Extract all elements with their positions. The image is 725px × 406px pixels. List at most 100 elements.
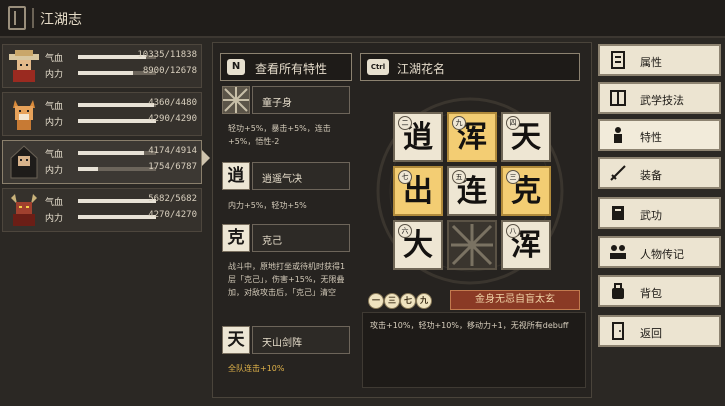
party-member-1[interactable]: 气血 10335/11838 内力 8900/12678 [2,44,202,88]
combo-description: 攻击+10%，轻功+10%，移动力+1，无视所有debuff [370,321,569,330]
menu-equipment[interactable]: 装备 [598,157,721,189]
view-all-traits-button[interactable]: N 查看所有特性 [220,53,352,81]
menu-label: 背包 [640,287,662,300]
hp-value: 4360/4480 [148,98,197,108]
trait-name: 逍遥气决 [262,174,302,185]
mp-bar [78,167,156,171]
combo-name-badge: 金身无忌自盲太玄 [450,290,580,310]
party-member-4[interactable]: 气血 5682/5682 内力 4270/4270 [2,188,202,232]
grid-tile[interactable]: 六大 [393,220,443,270]
mp-label: 内力 [45,166,64,176]
trait-char-icon: 天 [222,326,250,354]
mp-value: 1754/6787 [148,162,197,172]
grid-tile[interactable]: 五连 [447,166,497,216]
trait-desc: 轻功+5%，暴击+5%，连击+5%，悟性-2 [228,124,331,146]
bag-icon [612,283,624,299]
hp-value: 10335/11838 [137,50,197,60]
scroll-icon [611,51,625,69]
tile-number: 五 [452,170,466,184]
journal-icon [8,6,26,30]
tile-number: 九 [452,116,466,130]
party-member-3-selected[interactable]: 气血 4174/4914 内力 1754/6787 [2,140,202,184]
hp-label: 气血 [45,102,64,112]
portrait-hooded [10,145,38,179]
trait-pattern-icon [222,86,250,114]
hp-bar [78,103,156,107]
portrait-fox [13,100,35,130]
portrait-demon [11,194,37,226]
tile-number: 四 [506,116,520,130]
grid-tile[interactable]: 八浑 [501,220,551,270]
hp-value: 4174/4914 [148,146,197,156]
menu-label: 武功 [640,209,662,222]
hp-bar [78,199,156,203]
grid-tile[interactable]: 九浑 [447,112,497,162]
tile-number: 三 [506,170,520,184]
menu-attributes[interactable]: 属性 [598,44,721,76]
menu-label: 属性 [640,56,662,69]
menu-martial-skills[interactable]: 武学技法 [598,82,721,114]
mp-value: 4270/4270 [148,210,197,220]
menu-label: 人物传记 [640,248,684,261]
page-title: 江湖志 [40,12,82,28]
title-bar: 江湖志 [0,0,725,38]
portrait-hat-swordsman [9,50,39,82]
pattern-icon [451,224,493,266]
trait-char-icon: 克 [222,224,250,252]
trait-desc: 全队连击+10% [228,364,285,373]
trait-name: 克己 [262,236,282,247]
key-n-icon: N [227,59,245,75]
menu-back[interactable]: 返回 [598,315,721,347]
menu-bag[interactable]: 背包 [598,275,721,307]
sword-icon [610,165,626,181]
trait-name: 童子身 [262,98,292,109]
trait-desc: 内力+5%，轻功+5% [228,201,307,210]
mp-label: 内力 [45,214,64,224]
combo-slot: 三 [384,293,400,309]
mp-bar [78,119,156,123]
hp-label: 气血 [45,150,64,160]
tile-number: 八 [506,224,520,238]
menu-label: 特性 [640,131,662,144]
tile-number: 七 [398,170,412,184]
door-icon [612,322,624,340]
hp-label: 气血 [45,198,64,208]
trait-char-icon: 逍 [222,162,250,190]
view-all-traits-label: 查看所有特性 [255,62,328,76]
mp-label: 内力 [45,118,64,128]
tile-number: 六 [398,224,412,238]
combo-slot: 七 [400,293,416,309]
hp-label: 气血 [45,54,64,64]
menu-traits[interactable]: 特性 [598,119,721,151]
combo-slot: 一 [368,293,384,309]
grid-tile[interactable]: 七出 [393,166,443,216]
tile-number: 二 [398,116,412,130]
menu-label: 武学技法 [640,94,684,107]
hp-bar [78,151,156,155]
key-ctrl-icon: Ctrl [367,59,389,75]
trait-desc: 战斗中，原地打坐或待机时获得1层「克己」，伤害+15%，无限叠加，对敌攻击后，「… [228,262,346,297]
nickname-button[interactable]: Ctrl 江湖花名 [360,53,580,81]
grid-tile[interactable]: 三克 [501,166,551,216]
selection-arrow-icon [202,150,210,166]
manual-icon [612,206,624,220]
menu-label: 装备 [640,169,662,182]
combo-slot: 九 [416,293,432,309]
grid-tile[interactable]: 四天 [501,112,551,162]
menu-kungfu[interactable]: 武功 [598,197,721,229]
figure-icon [614,127,622,143]
title-divider [32,8,34,28]
hp-value: 5682/5682 [148,194,197,204]
group-icon [610,245,626,259]
mp-label: 内力 [45,70,64,80]
book-icon [610,90,626,106]
party-member-2[interactable]: 气血 4360/4480 内力 4290/4290 [2,92,202,136]
grid-tile-empty[interactable] [447,220,497,270]
mp-value: 4290/4290 [148,114,197,124]
nickname-label: 江湖花名 [397,62,446,76]
mp-value: 8900/12678 [142,66,197,76]
menu-biography[interactable]: 人物传记 [598,236,721,268]
menu-label: 返回 [640,327,662,340]
mp-bar [78,215,156,219]
grid-tile[interactable]: 二逍 [393,112,443,162]
